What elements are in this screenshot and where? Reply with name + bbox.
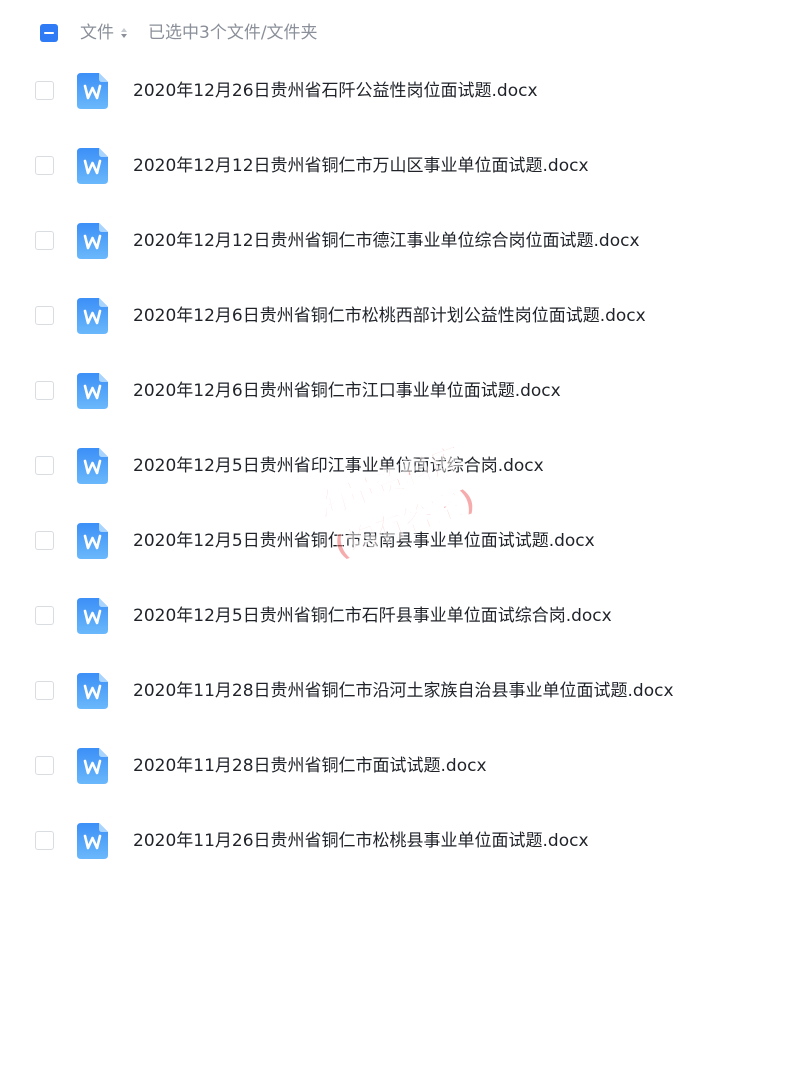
word-document-icon <box>77 673 108 709</box>
file-row[interactable]: 2020年11月26日贵州省铜仁市松桃县事业单位面试题.docx <box>0 804 800 879</box>
file-name[interactable]: 2020年12月5日贵州省铜仁市石阡县事业单位面试综合岗.docx <box>133 604 612 628</box>
file-row[interactable]: 2020年12月6日贵州省铜仁市松桃西部计划公益性岗位面试题.docx <box>0 279 800 354</box>
file-name[interactable]: 2020年12月5日贵州省铜仁市思南县事业单位面试试题.docx <box>133 529 595 553</box>
file-checkbox[interactable] <box>35 681 54 700</box>
file-row[interactable]: 2020年12月5日贵州省印江事业单位面试综合岗.docx <box>0 429 800 504</box>
file-checkbox[interactable] <box>35 381 54 400</box>
file-row[interactable]: 2020年11月28日贵州省铜仁市面试试题.docx <box>0 729 800 804</box>
word-document-icon <box>77 223 108 259</box>
file-checkbox[interactable] <box>35 231 54 250</box>
file-name[interactable]: 2020年11月28日贵州省铜仁市面试试题.docx <box>133 754 487 778</box>
select-all-checkbox[interactable] <box>40 24 58 42</box>
word-document-icon <box>77 748 108 784</box>
file-checkbox[interactable] <box>35 831 54 850</box>
file-name[interactable]: 2020年12月5日贵州省印江事业单位面试综合岗.docx <box>133 454 544 478</box>
file-checkbox[interactable] <box>35 456 54 475</box>
word-document-icon <box>77 823 108 859</box>
file-row[interactable]: 2020年12月5日贵州省铜仁市思南县事业单位面试试题.docx <box>0 504 800 579</box>
file-name[interactable]: 2020年12月12日贵州省铜仁市万山区事业单位面试题.docx <box>133 154 589 178</box>
file-name[interactable]: 2020年12月6日贵州省铜仁市江口事业单位面试题.docx <box>133 379 561 403</box>
file-row[interactable]: 2020年12月5日贵州省铜仁市石阡县事业单位面试综合岗.docx <box>0 579 800 654</box>
file-name[interactable]: 2020年12月6日贵州省铜仁市松桃西部计划公益性岗位面试题.docx <box>133 304 646 328</box>
file-checkbox[interactable] <box>35 156 54 175</box>
word-document-icon <box>77 298 108 334</box>
word-document-icon <box>77 598 108 634</box>
file-row[interactable]: 2020年12月12日贵州省铜仁市万山区事业单位面试题.docx <box>0 129 800 204</box>
file-column-header[interactable]: 文件 <box>80 22 114 44</box>
file-name[interactable]: 2020年11月26日贵州省铜仁市松桃县事业单位面试题.docx <box>133 829 589 853</box>
sort-down-icon <box>121 34 127 38</box>
file-name[interactable]: 2020年12月26日贵州省石阡公益性岗位面试题.docx <box>133 79 538 103</box>
file-name[interactable]: 2020年11月28日贵州省铜仁市沿河土家族自治县事业单位面试题.docx <box>133 679 674 703</box>
file-row[interactable]: 2020年12月12日贵州省铜仁市德江事业单位综合岗位面试题.docx <box>0 204 800 279</box>
file-checkbox[interactable] <box>35 606 54 625</box>
word-document-icon <box>77 523 108 559</box>
file-checkbox[interactable] <box>35 531 54 550</box>
file-checkbox[interactable] <box>35 306 54 325</box>
word-document-icon <box>77 373 108 409</box>
file-list: 2020年12月26日贵州省石阡公益性岗位面试题.docx 2020年12月12… <box>0 54 800 879</box>
selection-count-text: 已选中3个文件/文件夹 <box>148 23 318 43</box>
file-row[interactable]: 2020年11月28日贵州省铜仁市沿河土家族自治县事业单位面试题.docx <box>0 654 800 729</box>
file-row[interactable]: 2020年12月26日贵州省石阡公益性岗位面试题.docx <box>0 54 800 129</box>
indeterminate-dash-icon <box>44 32 54 34</box>
file-checkbox[interactable] <box>35 756 54 775</box>
word-document-icon <box>77 148 108 184</box>
word-document-icon <box>77 448 108 484</box>
word-document-icon <box>77 73 108 109</box>
file-name[interactable]: 2020年12月12日贵州省铜仁市德江事业单位综合岗位面试题.docx <box>133 229 640 253</box>
file-checkbox[interactable] <box>35 81 54 100</box>
sort-caret-icon[interactable] <box>120 28 128 40</box>
file-row[interactable]: 2020年12月6日贵州省铜仁市江口事业单位面试题.docx <box>0 354 800 429</box>
sort-up-icon <box>121 28 127 32</box>
